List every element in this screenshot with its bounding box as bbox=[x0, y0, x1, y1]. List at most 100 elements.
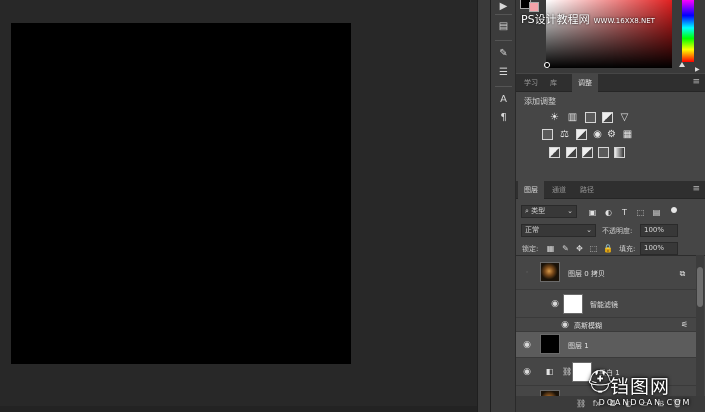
tab-layers[interactable]: 图层 bbox=[518, 181, 544, 199]
tab-libraries[interactable]: 库 bbox=[544, 74, 563, 92]
chevron-down-icon: ⌄ bbox=[567, 207, 573, 215]
color-balance-icon[interactable]: ⚖ bbox=[558, 128, 571, 141]
adjustments-title: 添加调整 bbox=[524, 97, 556, 106]
curves-icon[interactable] bbox=[585, 112, 596, 123]
layers-scrollbar-thumb[interactable] bbox=[697, 267, 703, 307]
layer-thumbnail bbox=[540, 262, 560, 282]
adjustments-panel-header: 学习 库 调整 ≡ bbox=[516, 74, 705, 92]
invert-icon[interactable] bbox=[549, 147, 560, 158]
tab-paths[interactable]: 路径 bbox=[574, 181, 600, 199]
layers-panel-header: 图层 通道 路径 ≡ bbox=[516, 181, 705, 199]
lock-label: 锁定: bbox=[522, 245, 539, 253]
adjustment-layer-icon: ◧ bbox=[545, 367, 554, 376]
lock-position-icon[interactable]: ✥ bbox=[575, 244, 584, 253]
channel-mixer-icon[interactable]: ⚙ bbox=[605, 128, 618, 141]
history-icon[interactable]: ▤ bbox=[497, 20, 510, 33]
opacity-input[interactable]: 100% bbox=[640, 224, 678, 237]
smart-object-icon: ⧉ bbox=[679, 269, 686, 278]
play-icon[interactable]: ▶ bbox=[497, 0, 510, 13]
levels-icon[interactable]: ▥ bbox=[566, 111, 579, 124]
hue-slider-handle[interactable] bbox=[679, 62, 685, 67]
filter-type-icon[interactable]: T bbox=[620, 208, 629, 217]
color-panel-arrow-icon[interactable]: ▶ bbox=[695, 66, 700, 73]
lock-all-icon[interactable]: 🔒 bbox=[603, 244, 613, 253]
fill-value: 100% bbox=[644, 244, 665, 252]
tab-channels[interactable]: 通道 bbox=[546, 181, 572, 199]
vibrance-icon[interactable]: ▽ bbox=[618, 111, 631, 124]
layer-row[interactable]: ◉ 高斯模糊 ⚟ bbox=[516, 318, 696, 332]
watermark-bottom: ⛑ 铛图网 DOANDOAN.COM bbox=[586, 370, 704, 412]
photo-filter-icon[interactable]: ◉ bbox=[591, 128, 604, 141]
strip-separator bbox=[495, 40, 512, 41]
visibility-icon[interactable]: · bbox=[522, 269, 532, 278]
posterize-icon[interactable] bbox=[566, 147, 577, 158]
brightness-contrast-icon[interactable]: ☀ bbox=[548, 111, 561, 124]
layer-filter-value: 类型 bbox=[531, 207, 546, 215]
panel-divider[interactable] bbox=[477, 0, 491, 412]
strip-separator bbox=[495, 14, 512, 15]
layer-name: 图层 0 拷贝 bbox=[568, 270, 605, 278]
panel-menu-icon[interactable]: ≡ bbox=[692, 78, 700, 87]
fill-label: 填充: bbox=[619, 245, 636, 253]
filter-smart-object-icon[interactable]: ▤ bbox=[652, 208, 661, 217]
color-panel: ▶ PS设计教程网 WWW.16XX8.NET bbox=[516, 0, 705, 73]
sliders-icon[interactable]: ☰ bbox=[497, 66, 510, 79]
workspace-scrollbar[interactable] bbox=[0, 406, 477, 412]
layer-name: 高斯模糊 bbox=[574, 322, 602, 330]
hue-saturation-icon[interactable] bbox=[542, 129, 553, 140]
search-icon: ⌕ bbox=[525, 207, 529, 215]
filter-shape-icon[interactable]: ⬚ bbox=[636, 208, 645, 217]
layer-name: 图层 1 bbox=[568, 342, 589, 350]
watermark-url: DOANDOAN.COM bbox=[598, 398, 692, 407]
filter-adjustment-icon[interactable]: ◐ bbox=[604, 208, 613, 217]
layer-row[interactable]: · 图层 0 拷贝 ⧉ bbox=[516, 256, 696, 290]
tab-learn[interactable]: 学习 bbox=[518, 74, 544, 92]
watermark-top-text: PS设计教程网 bbox=[521, 13, 590, 26]
filter-toggle[interactable] bbox=[671, 207, 677, 213]
layer-row[interactable]: ◉ 智能滤镜 bbox=[516, 290, 696, 318]
watermark-top-url: WWW.16XX8.NET bbox=[593, 17, 655, 25]
chevron-down-icon: ⌄ bbox=[586, 226, 592, 234]
character-icon[interactable]: A bbox=[497, 93, 510, 106]
visibility-icon[interactable]: ◉ bbox=[550, 300, 560, 309]
lock-transparency-icon[interactable]: ▦ bbox=[546, 244, 555, 253]
black-white-icon[interactable] bbox=[576, 129, 587, 140]
link-icon: ⛓ bbox=[562, 367, 573, 376]
gradient-map-icon[interactable] bbox=[614, 147, 625, 158]
panel-icon-strip: ▶ ▤ ✎ ☰ A ¶ bbox=[491, 0, 516, 412]
hue-slider[interactable] bbox=[682, 0, 694, 62]
tab-adjustments[interactable]: 调整 bbox=[572, 74, 598, 92]
blend-mode-select[interactable]: 正常 ⌄ bbox=[521, 224, 596, 237]
lock-image-icon[interactable]: ✎ bbox=[561, 244, 570, 253]
exposure-icon[interactable] bbox=[602, 112, 613, 123]
paragraph-icon[interactable]: ¶ bbox=[497, 111, 510, 124]
layer-filter-select[interactable]: ⌕ 类型 ⌄ bbox=[521, 205, 577, 218]
layer-row[interactable]: ◉ 图层 1 bbox=[516, 332, 696, 358]
visibility-icon[interactable]: ◉ bbox=[560, 321, 570, 330]
layer-name: 智能滤镜 bbox=[590, 301, 618, 309]
filter-mask-thumbnail bbox=[563, 294, 583, 314]
lock-artboard-icon[interactable]: ⬚ bbox=[589, 244, 598, 253]
watermark-logo-icon: ⛑ bbox=[586, 370, 614, 395]
watermark-title: 铛图网 bbox=[610, 376, 671, 398]
filter-pixel-icon[interactable]: ▣ bbox=[588, 208, 597, 217]
strip-separator bbox=[495, 86, 512, 87]
threshold-icon[interactable] bbox=[582, 147, 593, 158]
color-picker-marker[interactable] bbox=[544, 62, 550, 68]
opacity-label: 不透明度: bbox=[602, 227, 633, 235]
link-layers-icon[interactable]: ⛓ bbox=[576, 399, 586, 408]
fill-input[interactable]: 100% bbox=[640, 242, 678, 255]
document-canvas[interactable] bbox=[11, 23, 351, 364]
opacity-value: 100% bbox=[644, 226, 665, 234]
watermark-top: PS设计教程网 WWW.16XX8.NET bbox=[521, 11, 701, 27]
panel-menu-icon[interactable]: ≡ bbox=[692, 185, 700, 194]
blend-mode-value: 正常 bbox=[525, 226, 539, 234]
color-lookup-icon[interactable]: ▦ bbox=[621, 128, 634, 141]
visibility-icon[interactable]: ◉ bbox=[522, 368, 532, 377]
layer-thumbnail bbox=[540, 334, 560, 354]
filter-options-icon[interactable]: ⚟ bbox=[680, 320, 689, 329]
selective-color-icon[interactable] bbox=[598, 147, 609, 158]
adjustments-panel: 添加调整 ☀ ▥ ▽ ⚖ ◉ ⚙ ▦ bbox=[516, 92, 705, 180]
visibility-icon[interactable]: ◉ bbox=[522, 341, 532, 350]
brush-icon[interactable]: ✎ bbox=[497, 47, 510, 60]
